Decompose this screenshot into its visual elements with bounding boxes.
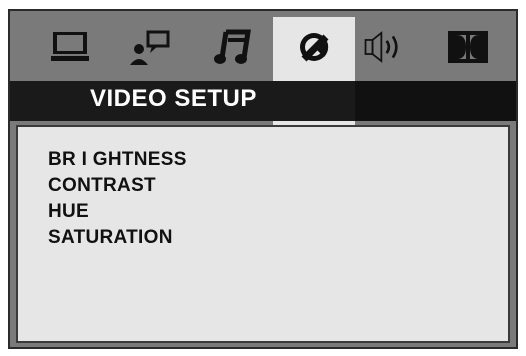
tab-dolby[interactable]	[446, 25, 490, 69]
language-icon	[130, 30, 170, 65]
header-band	[10, 81, 516, 121]
tab-language[interactable]	[128, 25, 172, 69]
menu-item-hue[interactable]: HUE	[48, 199, 187, 225]
menu-item-contrast[interactable]: CONTRAST	[48, 173, 187, 199]
menu-item-saturation[interactable]: SATURATION	[48, 225, 187, 251]
dolby-icon	[448, 31, 488, 63]
settings-panel: BR I GHTNESS CONTRAST HUE SATURATION	[16, 125, 510, 343]
page-title: VIDEO SETUP	[90, 85, 257, 112]
tab-bar	[10, 11, 516, 127]
settings-menu: BR I GHTNESS CONTRAST HUE SATURATION	[48, 147, 187, 251]
setup-screen: VIDEO SETUP BR I GHTNESS CONTRAST HUE SA…	[8, 9, 518, 349]
menu-item-brightness[interactable]: BR I GHTNESS	[48, 147, 187, 173]
tab-general[interactable]	[48, 25, 92, 69]
contrast-circle-icon	[300, 33, 329, 62]
monitor-icon	[51, 32, 89, 61]
tab-speaker[interactable]	[362, 25, 406, 69]
tab-video[interactable]	[292, 25, 336, 69]
tab-audio[interactable]	[210, 25, 254, 69]
speaker-icon	[364, 31, 398, 63]
music-note-icon	[214, 29, 251, 64]
